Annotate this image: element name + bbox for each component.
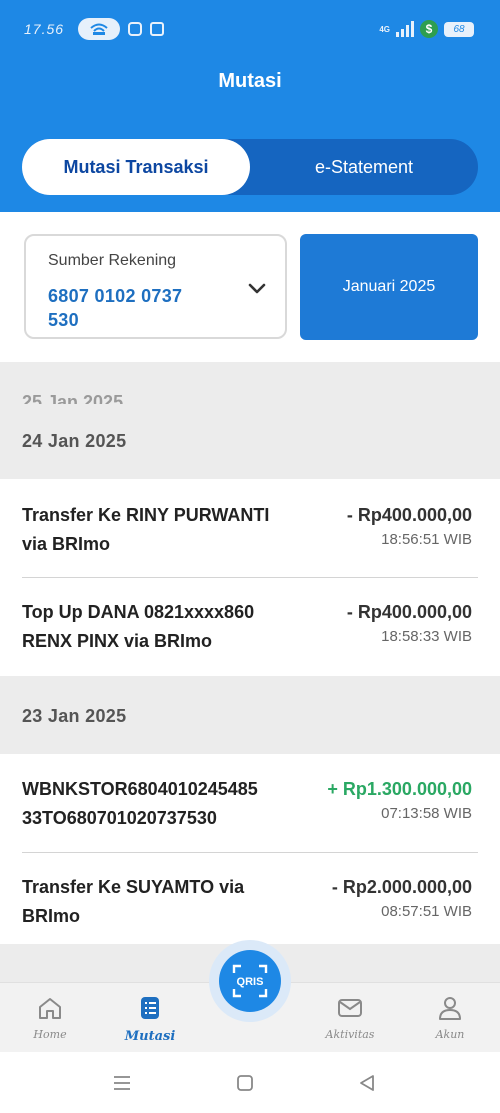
transaction-description: Top Up DANA 0821xxxx860 RENX PINX via BR… [22,602,255,651]
divider [22,577,478,578]
dollar-icon: $ [420,20,438,38]
back-icon[interactable] [358,1073,376,1093]
transaction-time: 07:13:58 WIB [381,805,472,822]
transaction-item[interactable]: Transfer Ke RINY PURWANTI via BRImo - Rp… [22,501,478,561]
transaction-item[interactable]: Top Up DANA 0821xxxx860 RENX PINX via BR… [22,598,478,658]
recents-icon[interactable] [112,1074,132,1092]
transaction-amount: + Rp1.300.000,00 [327,779,472,799]
date-label: 23 Jan 2025 [22,706,127,726]
month-selector[interactable]: Januari 2025 [300,234,478,340]
transaction-item[interactable]: Transfer Ke SUYAMTO via BRImo - Rp2.000.… [22,873,478,933]
qris-button[interactable]: QRIS [209,940,291,1022]
receipt-icon [141,997,159,1019]
source-label: Sumber Rekening [48,252,177,269]
transaction-time: 18:56:51 WIB [381,531,472,548]
transaction-amount: - Rp400.000,00 [346,505,472,525]
tab-e-statement[interactable]: e-Statement [250,139,478,195]
chevron-down-icon [248,283,266,294]
transaction-description: Transfer Ke RINY PURWANTI via BRImo [22,505,270,554]
nav-aktivitas[interactable]: Aktivitas [315,995,385,1041]
mail-icon [338,999,362,1017]
page-title: Mutasi [218,70,282,92]
date-header: 24 Jan 2025 [0,406,500,479]
transaction-item[interactable]: WBNKSTOR6804010245485 33TO68070102073753… [22,775,478,835]
transaction-description: Transfer Ke SUYAMTO via BRImo [22,877,245,926]
transaction-time: 08:57:51 WIB [381,903,472,920]
tab-switch: Mutasi Transaksi e-Statement [22,139,478,195]
account-number: 6807 0102 0737 530 [48,286,183,330]
status-bar: 17.56 4G $ 68 [24,16,474,42]
network-type: 4G [379,24,390,34]
date-header: 23 Jan 2025 [0,676,500,754]
transaction-amount: - Rp2.000.000,00 [331,877,472,897]
nav-aktivitas-label: Aktivitas [325,1028,375,1041]
app-header: 17.56 4G $ 68 Mutasi Mutasi Transaksi e-… [0,0,500,212]
transaction-description: WBNKSTOR6804010245485 33TO68070102073753… [22,779,258,828]
transaction-amount: - Rp400.000,00 [346,602,472,622]
nav-home-label: Home [33,1028,67,1041]
clipped-date-label: 25 Jan 2025 [22,392,124,404]
home-button-icon[interactable] [236,1074,254,1092]
qris-text: QRIS [237,976,264,988]
user-icon [439,997,461,1020]
nav-akun[interactable]: Akun [415,995,485,1041]
battery-icon: 68 [444,21,474,37]
system-nav [0,1052,500,1113]
instagram-icon [128,22,143,36]
app-notification-icon [150,22,165,36]
signal-icon [396,21,414,37]
status-time: 17.56 [24,21,65,37]
nav-akun-label: Akun [435,1028,465,1041]
transaction-time: 18:58:33 WIB [381,628,472,645]
home-icon [39,998,61,1019]
nav-home[interactable]: Home [15,995,85,1041]
qris-inner: QRIS [219,950,281,1012]
account-selector[interactable]: Sumber Rekening 6807 0102 0737 530 [24,234,287,339]
divider [22,852,478,853]
qris-icon: QRIS [232,964,268,998]
nav-mutasi[interactable]: Mutasi [115,995,185,1044]
tab-mutasi-transaksi[interactable]: Mutasi Transaksi [22,139,250,195]
date-label: 24 Jan 2025 [22,431,127,451]
nav-mutasi-label: Mutasi [124,1029,176,1044]
hotspot-icon [78,18,121,40]
